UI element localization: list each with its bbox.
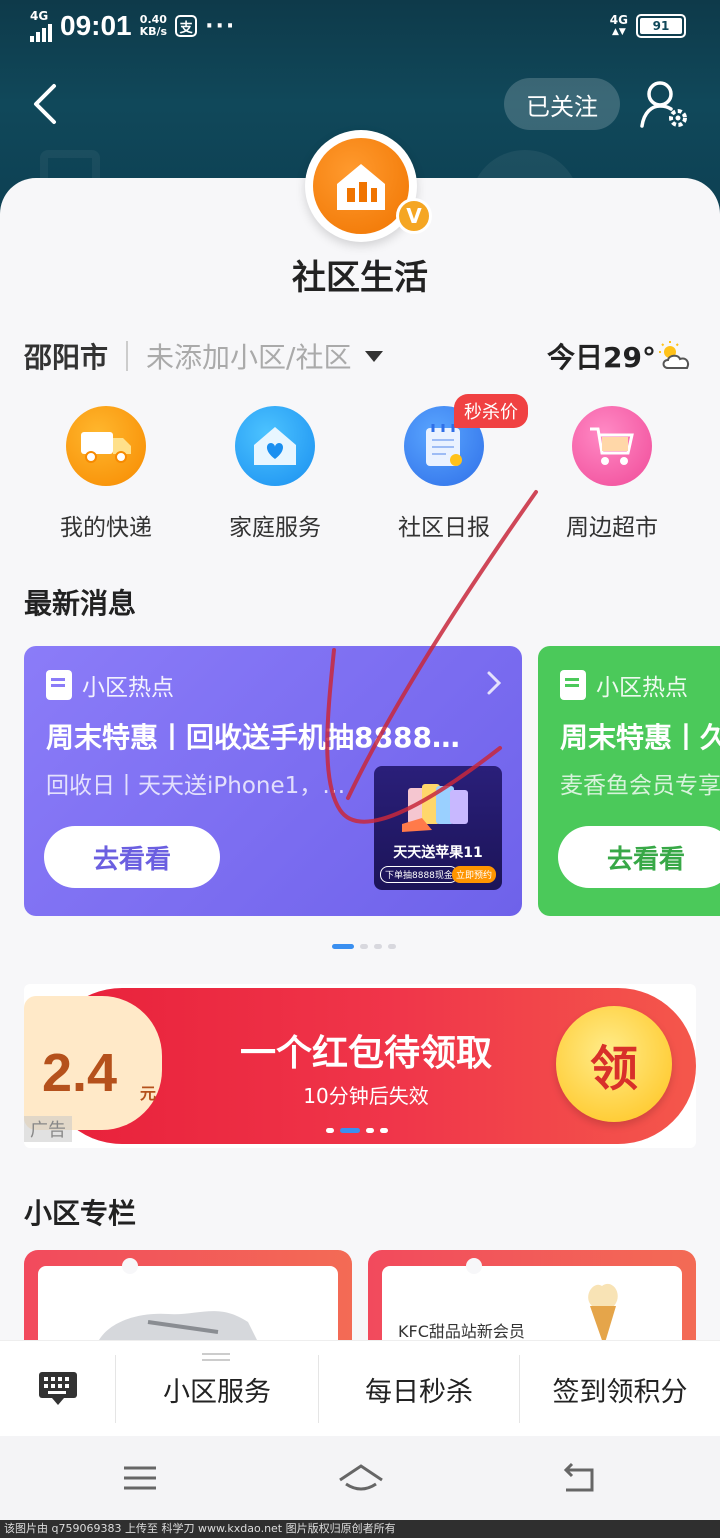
section-title-latest: 最新消息 <box>24 587 137 620</box>
bottom-menu-bar: 小区服务 每日秒杀 签到领积分 <box>0 1340 720 1436</box>
menu-icon[interactable] <box>118 1458 162 1498</box>
column-card-text: KFC甜品站新会员 <box>398 1322 525 1341</box>
chevron-right-icon[interactable] <box>484 668 504 698</box>
service-my-express[interactable]: 我的快递 <box>22 400 190 542</box>
banner-title: 一个红包待领取 <box>239 1033 492 1074</box>
home-heart-icon <box>235 406 315 486</box>
building-icon <box>337 164 385 210</box>
service-label: 我的快递 <box>60 515 152 541</box>
coupon-unit: 元 <box>140 1084 157 1103</box>
home-icon[interactable] <box>336 1458 386 1498</box>
dropdown-caret-icon[interactable] <box>365 350 384 362</box>
status-bar: 4G 09:01 0.40 KB/s 支 ··· 4G ▲▼ 91 <box>0 0 720 56</box>
keyboard-icon[interactable] <box>0 1341 115 1437</box>
ad-label: 广告 <box>24 1116 72 1142</box>
news-title: 周末特惠丨久 <box>560 721 720 754</box>
page-title: 社区生活 <box>292 258 428 298</box>
clock: 09:01 <box>60 10 132 41</box>
location-row: 邵阳市 未添加小区/社区 今日29° <box>24 336 696 376</box>
services-grid: 我的快递 家庭服务 社区日报 周边超市 <box>0 400 720 542</box>
red-packet-banner[interactable]: 2.4 元 广告 一个红包待领取 10分钟后失效 领 <box>24 984 696 1148</box>
section-title-column: 小区专栏 <box>24 1197 137 1230</box>
battery-icon: 91 <box>636 14 686 38</box>
promo-note: 下单抽8888现金 <box>380 866 458 883</box>
view-button[interactable]: 去看看 <box>558 826 720 888</box>
coupon-amount: 2.4 <box>42 1043 118 1103</box>
truck-icon <box>66 406 146 486</box>
news-title: 周末特惠丨回收送手机抽8888… <box>46 721 460 754</box>
network-speed: 0.40 KB/s <box>139 13 168 38</box>
service-supermarket[interactable]: 周边超市 <box>528 400 696 542</box>
banner-subtitle: 10分钟后失效 <box>303 1084 429 1108</box>
news-tag: 小区热点 <box>560 668 688 702</box>
more-notifications-icon: ··· <box>205 13 237 39</box>
followed-button[interactable]: 已关注 <box>504 78 620 130</box>
service-label: 家庭服务 <box>229 515 321 541</box>
service-home[interactable]: 家庭服务 <box>191 400 359 542</box>
news-tag: 小区热点 <box>46 668 174 702</box>
service-label: 社区日报 <box>398 515 490 541</box>
promo-cta: 立即预约 <box>451 866 496 883</box>
system-nav-bar <box>0 1436 720 1520</box>
document-icon <box>46 670 72 700</box>
ice-cream-image <box>588 1283 618 1346</box>
menu-check-in-points[interactable]: 签到领积分 <box>520 1341 720 1437</box>
shopping-cart-icon <box>572 406 652 486</box>
coupon: 2.4 元 <box>24 996 162 1130</box>
document-icon <box>560 670 586 700</box>
banner-carousel-indicator <box>326 1128 388 1133</box>
service-label: 周边超市 <box>566 515 658 541</box>
verified-badge-icon: V <box>396 198 432 234</box>
divider <box>126 341 129 371</box>
user-settings-icon[interactable] <box>638 78 692 132</box>
carousel-indicator <box>332 944 396 949</box>
news-subtitle: 回收日丨天天送iPhone1，… <box>46 773 346 799</box>
flash-sale-badge: 秒杀价 <box>454 394 528 428</box>
mobile-data-icon: 4G ▲▼ <box>609 13 628 37</box>
partly-cloudy-icon <box>659 341 690 369</box>
news-card[interactable]: 小区热点 周末特惠丨久 麦香鱼会员专享 去看看 <box>538 646 720 916</box>
back-arrow-icon[interactable] <box>28 82 68 126</box>
city-selector[interactable]: 邵阳市 <box>24 336 108 376</box>
watermark-footer: 该图片由 q759069383 上传至 科学刀 www.kxdao.net 图片… <box>0 1520 720 1538</box>
menu-community-service[interactable]: 小区服务 <box>116 1341 318 1437</box>
news-card[interactable]: 小区热点 周末特惠丨回收送手机抽8888… 回收日丨天天送iPhone1，… 去… <box>24 646 522 916</box>
phones-image <box>402 784 468 832</box>
claim-button[interactable]: 领 <box>556 1006 672 1122</box>
signal-indicator: 4G <box>30 10 52 42</box>
alipay-icon: 支 <box>175 15 198 37</box>
weather-widget: 今日29° <box>547 336 696 376</box>
promo-title: 天天送苹果11 <box>393 845 483 861</box>
back-icon[interactable] <box>558 1458 602 1498</box>
community-selector[interactable]: 未添加小区/社区 <box>146 336 351 376</box>
weather-text: 今日29° <box>547 341 656 374</box>
view-button[interactable]: 去看看 <box>44 826 220 888</box>
promo-image: 天天送苹果11 下单抽8888现金 立即预约 <box>374 766 502 890</box>
news-subtitle: 麦香鱼会员专享 <box>560 773 720 799</box>
menu-daily-flash-sale[interactable]: 每日秒杀 <box>319 1341 519 1437</box>
